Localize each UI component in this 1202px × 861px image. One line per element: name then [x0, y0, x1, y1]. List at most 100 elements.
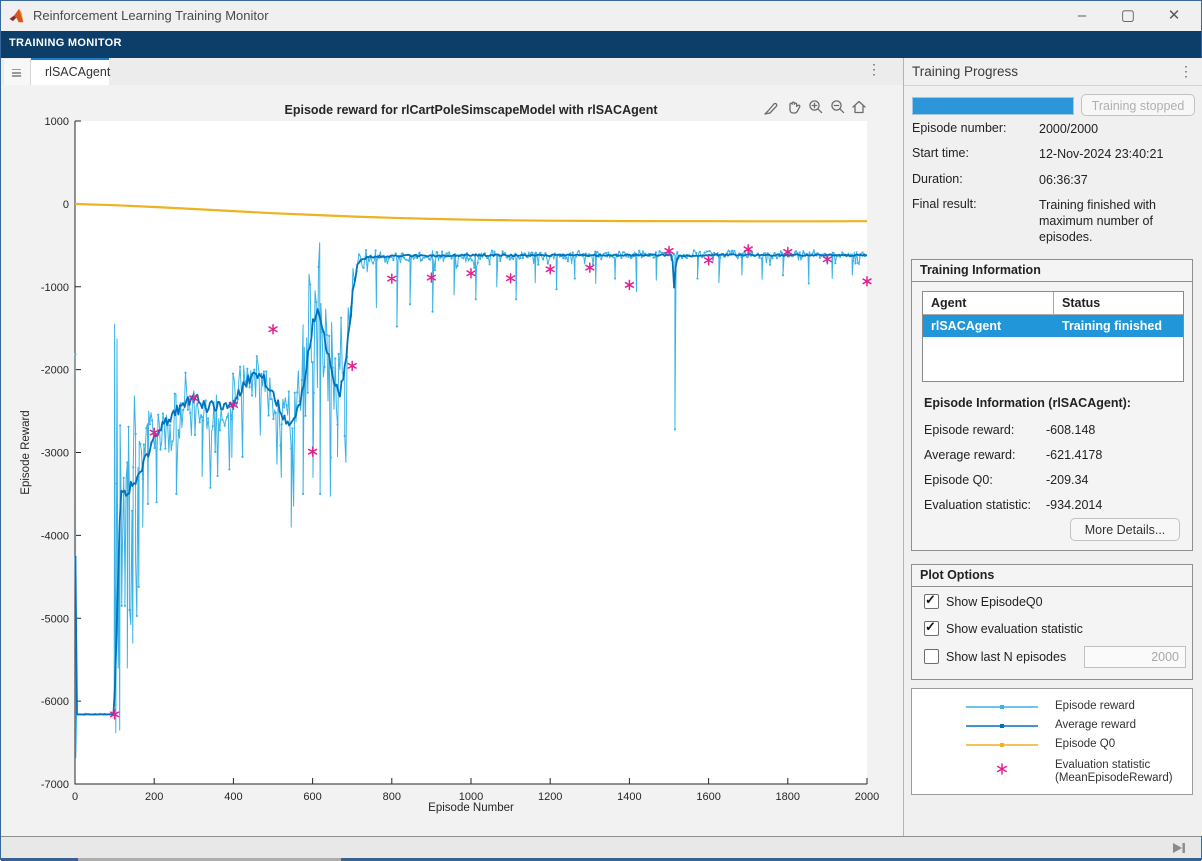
agent-column-header: Agent — [923, 292, 1054, 314]
panel-menu-button[interactable]: ⋮ — [1179, 63, 1193, 80]
legend-item-average-reward: Average reward — [912, 717, 1192, 735]
zoom-in-icon — [810, 101, 822, 113]
evaluation-statistic-label: Evaluation statistic: — [924, 498, 1046, 512]
training-progress-panel: Training Progress ⋮ Training stopped Epi… — [904, 58, 1202, 836]
pan-icon — [790, 102, 800, 113]
episode-number-label: Episode number: — [912, 121, 1039, 135]
evaluation-statistic-value: -934.2014 — [1046, 498, 1102, 512]
svg-text:1400: 1400 — [617, 791, 641, 803]
legend-label-episode-reward: Episode reward — [1055, 700, 1135, 713]
duration-row: Duration:06:36:37 — [912, 172, 1191, 188]
progress-fill — [913, 98, 1073, 114]
svg-text:-2000: -2000 — [41, 365, 69, 377]
episode-q0-label: Episode Q0: — [924, 473, 1046, 487]
show-episodeq0-option[interactable]: Show EpisodeQ0 — [924, 594, 1043, 610]
svg-text:-3000: -3000 — [41, 448, 69, 460]
svg-text:Episode Number: Episode Number — [428, 802, 514, 814]
maximize-button[interactable]: ▢ — [1105, 1, 1151, 31]
final-result-row: Final result:Training finished with maxi… — [912, 197, 1191, 245]
show-episodeq0-label: Show EpisodeQ0 — [946, 595, 1043, 609]
show-evaluation-statistic-option[interactable]: Show evaluation statistic — [924, 621, 1083, 637]
episode-reward-value: -608.148 — [1046, 423, 1095, 437]
svg-text:600: 600 — [303, 791, 321, 803]
legend-label-average-reward: Average reward — [1055, 719, 1136, 732]
show-evaluation-statistic-label: Show evaluation statistic — [946, 622, 1083, 636]
start-time-label: Start time: — [912, 146, 1039, 160]
average-reward-swatch — [962, 719, 1042, 733]
grip-icon — [12, 67, 21, 79]
show-last-n-episodes-option[interactable]: Show last N episodes — [924, 649, 1066, 665]
svg-text:-5000: -5000 — [41, 613, 69, 625]
episode-q0-value: -209.34 — [1046, 473, 1088, 487]
legend-box: Episode reward Average reward Episode Q0… — [911, 688, 1193, 795]
more-details-button[interactable]: More Details... — [1070, 518, 1180, 541]
svg-text:0: 0 — [63, 199, 69, 211]
last-n-episodes-input[interactable] — [1084, 646, 1186, 668]
svg-text:-1000: -1000 — [41, 282, 69, 294]
tab-rlsacagent[interactable]: rlSACAgent — [31, 58, 109, 85]
table-row[interactable]: rlSACAgent Training finished — [923, 315, 1183, 337]
svg-text:1800: 1800 — [776, 791, 800, 803]
svg-text:2000: 2000 — [855, 791, 879, 803]
zoom-out-icon — [832, 101, 844, 113]
duration-value: 06:36:37 — [1039, 172, 1191, 188]
panel-separator — [904, 85, 1202, 86]
episode-number-row: Episode number:2000/2000 — [912, 121, 1191, 137]
final-result-label: Final result: — [912, 197, 1039, 211]
panel-title: Training Progress — [912, 64, 1018, 79]
training-information-box: Training Information Agent Status rlSACA… — [911, 259, 1193, 551]
tab-grip-button[interactable] — [4, 59, 31, 85]
svg-text:1000: 1000 — [45, 116, 69, 128]
episode-reward-label: Episode reward: — [924, 423, 1046, 437]
show-evaluation-statistic-checkbox[interactable] — [924, 621, 939, 636]
svg-text:-7000: -7000 — [41, 779, 69, 791]
start-time-value: 12-Nov-2024 23:40:21 — [1039, 146, 1191, 162]
axes-toolbar — [765, 101, 865, 114]
evaluation-statistic-row: Evaluation statistic:-934.2014 — [924, 498, 1102, 512]
svg-text:Episode reward for rlCartPoleS: Episode reward for rlCartPoleSimscapeMod… — [285, 103, 659, 117]
episode-q0-swatch — [962, 738, 1042, 752]
training-stopped-button[interactable]: Training stopped — [1081, 94, 1195, 116]
legend-label-episode-q0: Episode Q0 — [1055, 738, 1115, 751]
episode-number-value: 2000/2000 — [1039, 121, 1191, 137]
start-time-row: Start time:12-Nov-2024 23:40:21 — [912, 146, 1191, 162]
show-episodeq0-checkbox[interactable] — [924, 594, 939, 609]
edit-plot-icon — [765, 104, 777, 114]
agent-cell: rlSACAgent — [923, 315, 1054, 337]
episode-q0-row: Episode Q0:-209.34 — [924, 473, 1088, 487]
training-progress-bar — [912, 97, 1074, 115]
agent-status-table: Agent Status rlSACAgent Training finishe… — [922, 291, 1184, 382]
svg-text:Episode Reward: Episode Reward — [20, 410, 32, 494]
table-header-row: Agent Status — [923, 292, 1183, 315]
svg-text:0: 0 — [72, 791, 78, 803]
svg-text:1000: 1000 — [459, 791, 483, 803]
svg-text:800: 800 — [383, 791, 401, 803]
average-reward-row: Average reward:-621.4178 — [924, 448, 1102, 462]
svg-text:-6000: -6000 — [41, 696, 69, 708]
svg-text:-4000: -4000 — [41, 530, 69, 542]
skip-end-icon[interactable] — [1171, 841, 1187, 855]
plot-options-title: Plot Options — [912, 565, 1192, 587]
figure-area: Episode reward for rlCartPoleSimscapeMod… — [1, 85, 903, 836]
matlab-logo-icon — [9, 7, 27, 25]
status-cell: Training finished — [1054, 315, 1183, 337]
episode-reward-swatch — [962, 700, 1042, 714]
training-reward-chart[interactable]: Episode reward for rlCartPoleSimscapeMod… — [1, 85, 903, 836]
title-bar: Reinforcement Learning Training Monitor … — [1, 1, 1201, 32]
close-button[interactable]: ✕ — [1151, 1, 1197, 31]
status-column-header: Status — [1054, 292, 1183, 314]
minimize-button[interactable]: – — [1059, 1, 1105, 31]
legend-item-episode-q0: Episode Q0 — [912, 736, 1192, 754]
legend-label-evaluation-statistic: Evaluation statistic(MeanEpisodeReward) — [1055, 759, 1173, 785]
evaluation-statistic-swatch — [962, 759, 1042, 779]
window-title: Reinforcement Learning Training Monitor — [33, 8, 269, 23]
tab-overflow-menu[interactable]: ⋮ — [865, 61, 883, 78]
legend-item-evaluation-statistic: Evaluation statistic(MeanEpisodeReward) — [912, 757, 1192, 785]
table-empty-area — [923, 337, 1183, 381]
ribbon-tab-training-monitor[interactable]: TRAINING MONITOR — [9, 37, 122, 49]
training-information-title: Training Information — [912, 260, 1192, 282]
average-reward-value: -621.4178 — [1046, 448, 1102, 462]
app-window: { "window": { "title": "Reinforcement Le… — [0, 0, 1202, 860]
duration-label: Duration: — [912, 172, 1039, 186]
show-last-n-episodes-checkbox[interactable] — [924, 649, 939, 664]
